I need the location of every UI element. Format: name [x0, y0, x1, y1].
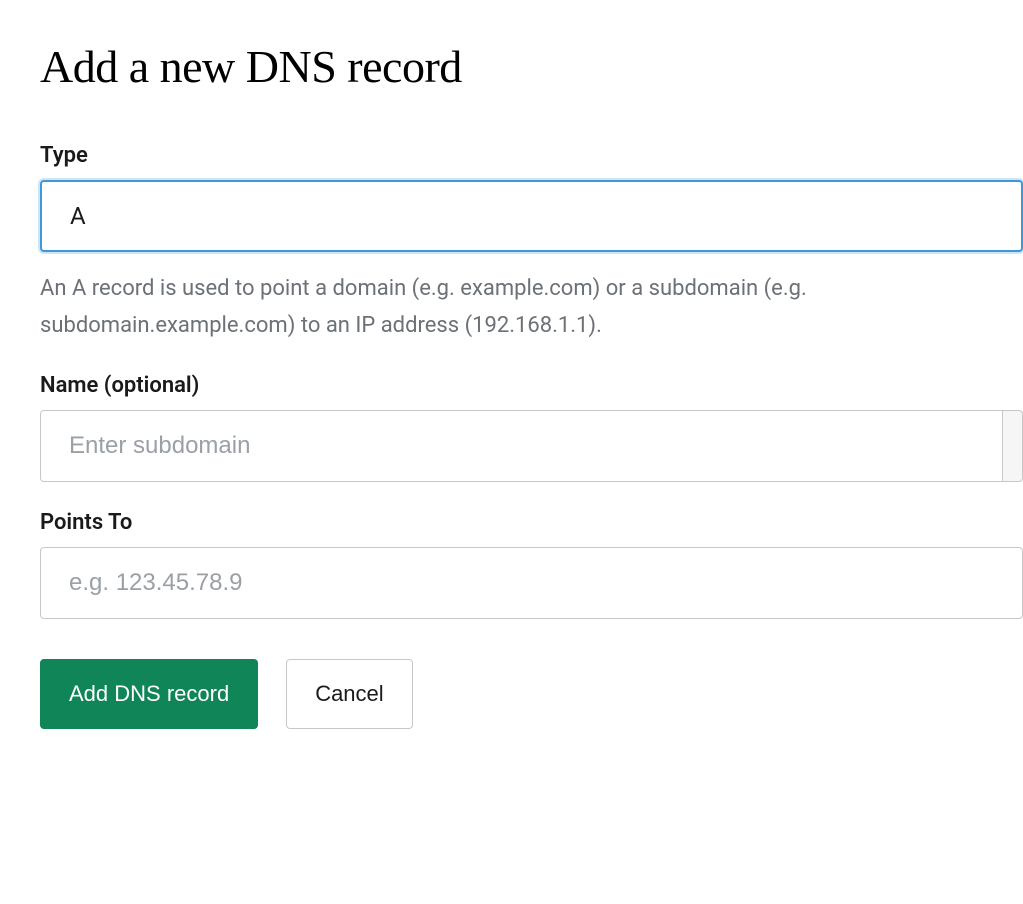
- points-to-field-group: Points To: [40, 510, 1023, 619]
- type-hint: An A record is used to point a domain (e…: [40, 270, 980, 345]
- type-select-wrapper: A: [40, 180, 1023, 252]
- type-selected-value: A: [70, 202, 86, 230]
- cancel-button[interactable]: Cancel: [286, 659, 412, 729]
- name-input[interactable]: [40, 410, 1003, 482]
- button-row: Add DNS record Cancel: [40, 659, 1023, 729]
- page-title: Add a new DNS record: [40, 40, 1023, 93]
- type-dropdown[interactable]: A: [40, 180, 1023, 252]
- type-field-group: Type A An A record is used to point a do…: [40, 143, 1023, 345]
- points-to-label: Points To: [40, 510, 1023, 535]
- name-label: Name (optional): [40, 373, 1023, 398]
- name-field-group: Name (optional): [40, 373, 1023, 482]
- type-label: Type: [40, 143, 1023, 168]
- name-input-row: [40, 410, 1023, 482]
- points-to-input[interactable]: [40, 547, 1023, 619]
- name-suffix-addon: [1003, 410, 1023, 482]
- add-dns-record-button[interactable]: Add DNS record: [40, 659, 258, 729]
